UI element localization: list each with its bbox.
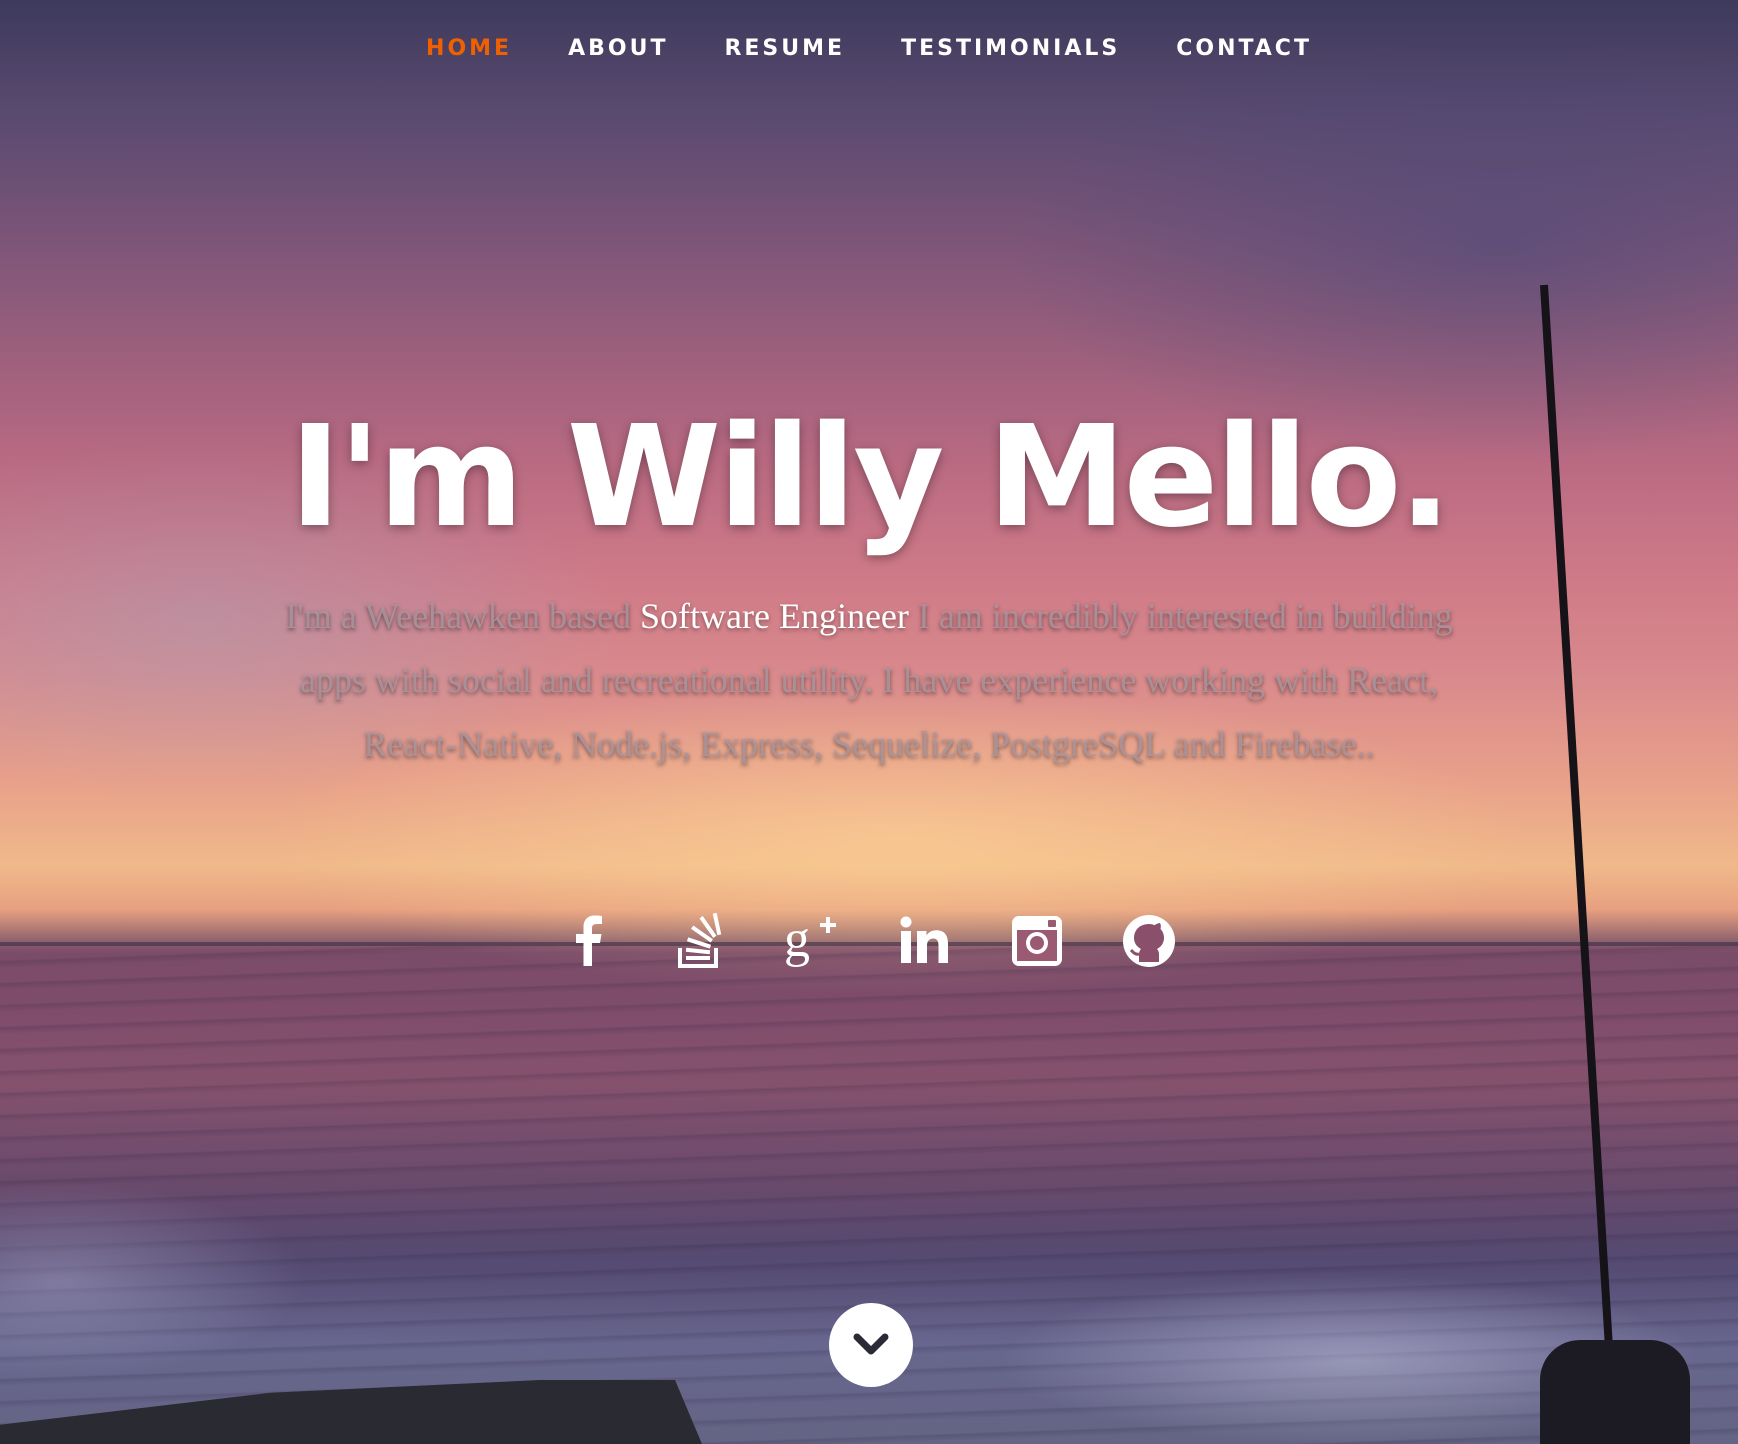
intro-text-before: I'm a Weehawken based	[285, 596, 640, 636]
nav-item-about[interactable]: ABOUT	[566, 30, 670, 67]
intro-text-highlight: Software Engineer	[640, 596, 909, 636]
github-icon[interactable]	[1118, 910, 1180, 972]
linkedin-icon[interactable]	[894, 910, 956, 972]
svg-text:g: g	[784, 911, 810, 968]
facebook-icon[interactable]	[558, 910, 620, 972]
nav-item-contact[interactable]: CONTACT	[1174, 30, 1314, 67]
google-plus-icon[interactable]: g	[782, 910, 844, 972]
main-nav: HOME ABOUT RESUME TESTIMONIALS CONTACT	[0, 30, 1738, 67]
nav-item-home[interactable]: HOME	[424, 30, 514, 67]
nav-item-testimonials[interactable]: TESTIMONIALS	[899, 30, 1122, 67]
nav-item-resume[interactable]: RESUME	[722, 30, 847, 67]
scroll-down-button[interactable]	[829, 1303, 913, 1387]
background-fishing-reel	[1540, 1340, 1690, 1444]
hero-section: HOME ABOUT RESUME TESTIMONIALS CONTACT I…	[0, 0, 1738, 1444]
banner: I'm Willy Mello. I'm a Weehawken based S…	[0, 398, 1738, 776]
stackoverflow-icon[interactable]	[670, 910, 732, 972]
intro-text: I'm a Weehawken based Software Engineer …	[274, 584, 1464, 776]
chevron-down-icon	[853, 1333, 889, 1355]
page-title: I'm Willy Mello.	[289, 396, 1452, 559]
social-links: g	[0, 910, 1738, 972]
instagram-icon[interactable]	[1006, 910, 1068, 972]
